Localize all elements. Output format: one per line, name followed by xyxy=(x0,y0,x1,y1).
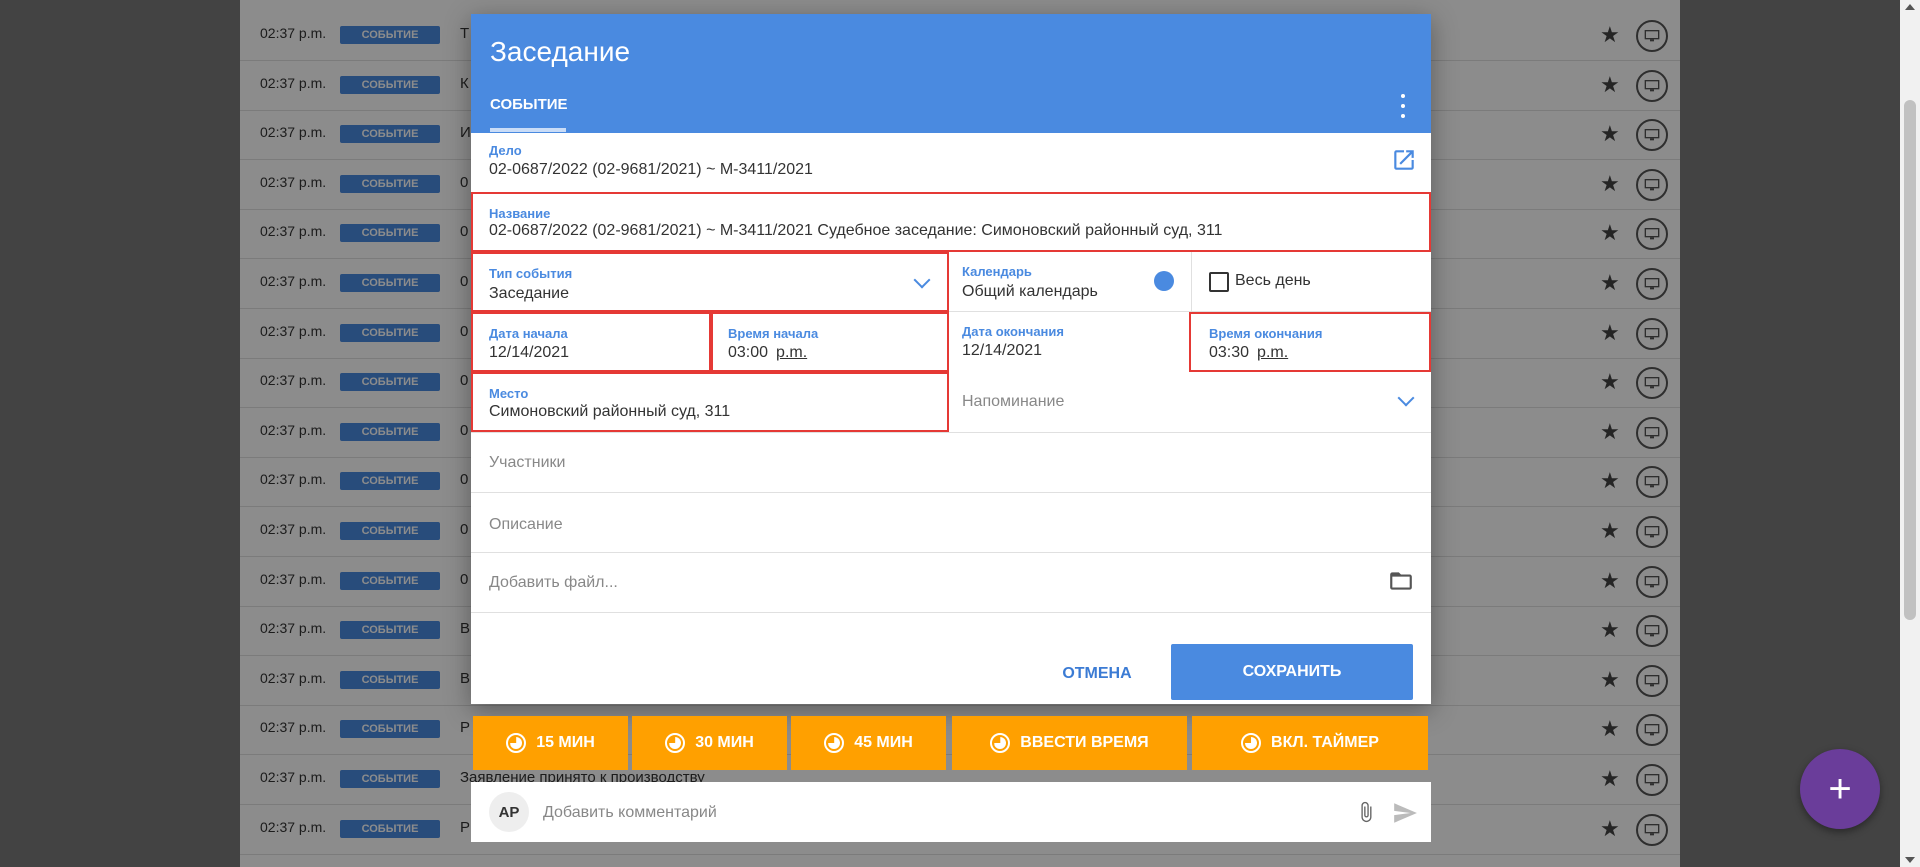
scroll-thumb[interactable] xyxy=(1904,100,1916,620)
clock-icon xyxy=(665,733,686,753)
checkbox-icon[interactable] xyxy=(1209,272,1229,292)
case-field[interactable]: Дело 02-0687/2022 (02-9681/2021) ~ М-341… xyxy=(471,133,1431,192)
start-date-field[interactable]: Дата начала 12/14/2021 xyxy=(471,312,711,372)
title-value: 02-0687/2022 (02-9681/2021) ~ М-3411/202… xyxy=(489,222,1223,239)
reminder-select[interactable]: Напоминание xyxy=(949,372,1431,432)
button-label: 30 МИН xyxy=(695,734,754,751)
button-label: ВКЛ. ТАЙМЕР xyxy=(1271,734,1379,751)
plus-icon: + xyxy=(1828,766,1852,811)
place-value: Симоновский районный суд, 311 xyxy=(489,403,731,420)
tab-indicator xyxy=(490,128,566,132)
title-label: Название xyxy=(489,206,551,221)
event-type-label: Тип события xyxy=(489,266,573,281)
end-date-field[interactable]: Дата окончания 12/14/2021 xyxy=(949,312,1191,372)
folder-icon[interactable] xyxy=(1387,568,1415,594)
title-field[interactable]: Название 02-0687/2022 (02-9681/2021) ~ М… xyxy=(471,192,1431,252)
enter-time-button[interactable]: ВВЕСТИ ВРЕМЯ xyxy=(952,716,1187,770)
case-value: 02-0687/2022 (02-9681/2021) ~ М-3411/202… xyxy=(489,161,813,178)
comment-input[interactable] xyxy=(541,782,1325,844)
start-timer-button[interactable]: ВКЛ. ТАЙМЕР xyxy=(1192,716,1428,770)
time-tracking-bar: 15 МИН 30 МИН 45 МИН ВВЕСТИ ВРЕМЯ ВКЛ. Т… xyxy=(471,716,1431,770)
end-time-text: 03:30 xyxy=(1209,344,1250,361)
participants-placeholder: Участники xyxy=(489,454,566,471)
start-time-value: 03:00 p.m. xyxy=(728,344,807,362)
event-dialog: Заседание СОБЫТИЕ Дело 02-0687/2022 (02-… xyxy=(471,14,1431,704)
more-vert-icon[interactable] xyxy=(1395,94,1411,118)
button-label: 15 МИН xyxy=(536,734,595,751)
clock-icon xyxy=(990,733,1011,753)
reminder-placeholder: Напоминание xyxy=(962,393,1065,410)
attach-file-field[interactable]: Добавить файл... xyxy=(471,552,1431,612)
calendar-label: Календарь xyxy=(962,264,1032,279)
start-time-label: Время начала xyxy=(728,326,819,341)
attach-file-placeholder: Добавить файл... xyxy=(489,574,618,591)
tab-event[interactable]: СОБЫТИЕ xyxy=(490,96,568,113)
dialog-header: Заседание СОБЫТИЕ xyxy=(471,14,1431,133)
chevron-down-icon[interactable] xyxy=(913,271,931,289)
cancel-button[interactable]: ОТМЕНА xyxy=(1037,646,1157,702)
dialog-title: Заседание xyxy=(490,36,631,67)
place-field[interactable]: Место Симоновский районный суд, 311 xyxy=(471,372,949,432)
chevron-down-icon[interactable] xyxy=(1397,389,1415,407)
all-day-checkbox[interactable]: Весь день xyxy=(1191,252,1431,312)
participants-field[interactable]: Участники xyxy=(471,432,1431,492)
start-date-label: Дата начала xyxy=(489,326,568,341)
start-date-value: 12/14/2021 xyxy=(489,344,570,361)
scroll-down-icon[interactable] xyxy=(1905,857,1915,863)
add-15-min-button[interactable]: 15 МИН xyxy=(473,716,628,770)
add-fab-button[interactable]: + xyxy=(1800,749,1880,829)
event-type-value: Заседание xyxy=(489,285,570,302)
button-label: 45 МИН xyxy=(854,734,913,751)
attach-icon[interactable] xyxy=(1355,798,1377,826)
add-30-min-button[interactable]: 30 МИН xyxy=(632,716,787,770)
description-field[interactable]: Описание xyxy=(471,492,1431,552)
end-date-label: Дата окончания xyxy=(962,324,1064,339)
end-time-value: 03:30 p.m. xyxy=(1209,344,1288,362)
start-time-field[interactable]: Время начала 03:00 p.m. xyxy=(711,312,949,372)
scroll-up-icon[interactable] xyxy=(1905,4,1915,10)
case-label: Дело xyxy=(489,143,522,158)
event-type-select[interactable]: Тип события Заседание xyxy=(471,252,949,312)
calendar-color-dot xyxy=(1154,271,1174,291)
divider xyxy=(471,612,1431,613)
place-label: Место xyxy=(489,386,529,401)
calendar-select[interactable]: Календарь Общий календарь xyxy=(949,252,1191,312)
clock-icon xyxy=(824,733,845,753)
calendar-value: Общий календарь xyxy=(962,283,1098,300)
clock-icon xyxy=(1241,733,1262,753)
end-time-field[interactable]: Время окончания 03:30 p.m. xyxy=(1189,312,1431,372)
avatar: АР xyxy=(489,792,529,832)
add-45-min-button[interactable]: 45 МИН xyxy=(791,716,946,770)
comment-bar: АР xyxy=(471,782,1431,844)
description-placeholder: Описание xyxy=(489,516,563,533)
page-scrollbar[interactable] xyxy=(1900,0,1920,867)
all-day-label: Весь день xyxy=(1235,272,1311,289)
start-ampm-toggle[interactable]: p.m. xyxy=(776,344,807,361)
open-external-icon[interactable] xyxy=(1391,147,1417,173)
end-time-label: Время окончания xyxy=(1209,326,1323,341)
start-time-text: 03:00 xyxy=(728,344,769,361)
end-ampm-toggle[interactable]: p.m. xyxy=(1257,344,1288,361)
clock-icon xyxy=(506,733,527,753)
send-icon[interactable] xyxy=(1391,800,1419,826)
end-date-value: 12/14/2021 xyxy=(962,342,1043,359)
button-label: ВВЕСТИ ВРЕМЯ xyxy=(1020,734,1149,751)
save-button[interactable]: СОХРАНИТЬ xyxy=(1171,644,1413,700)
